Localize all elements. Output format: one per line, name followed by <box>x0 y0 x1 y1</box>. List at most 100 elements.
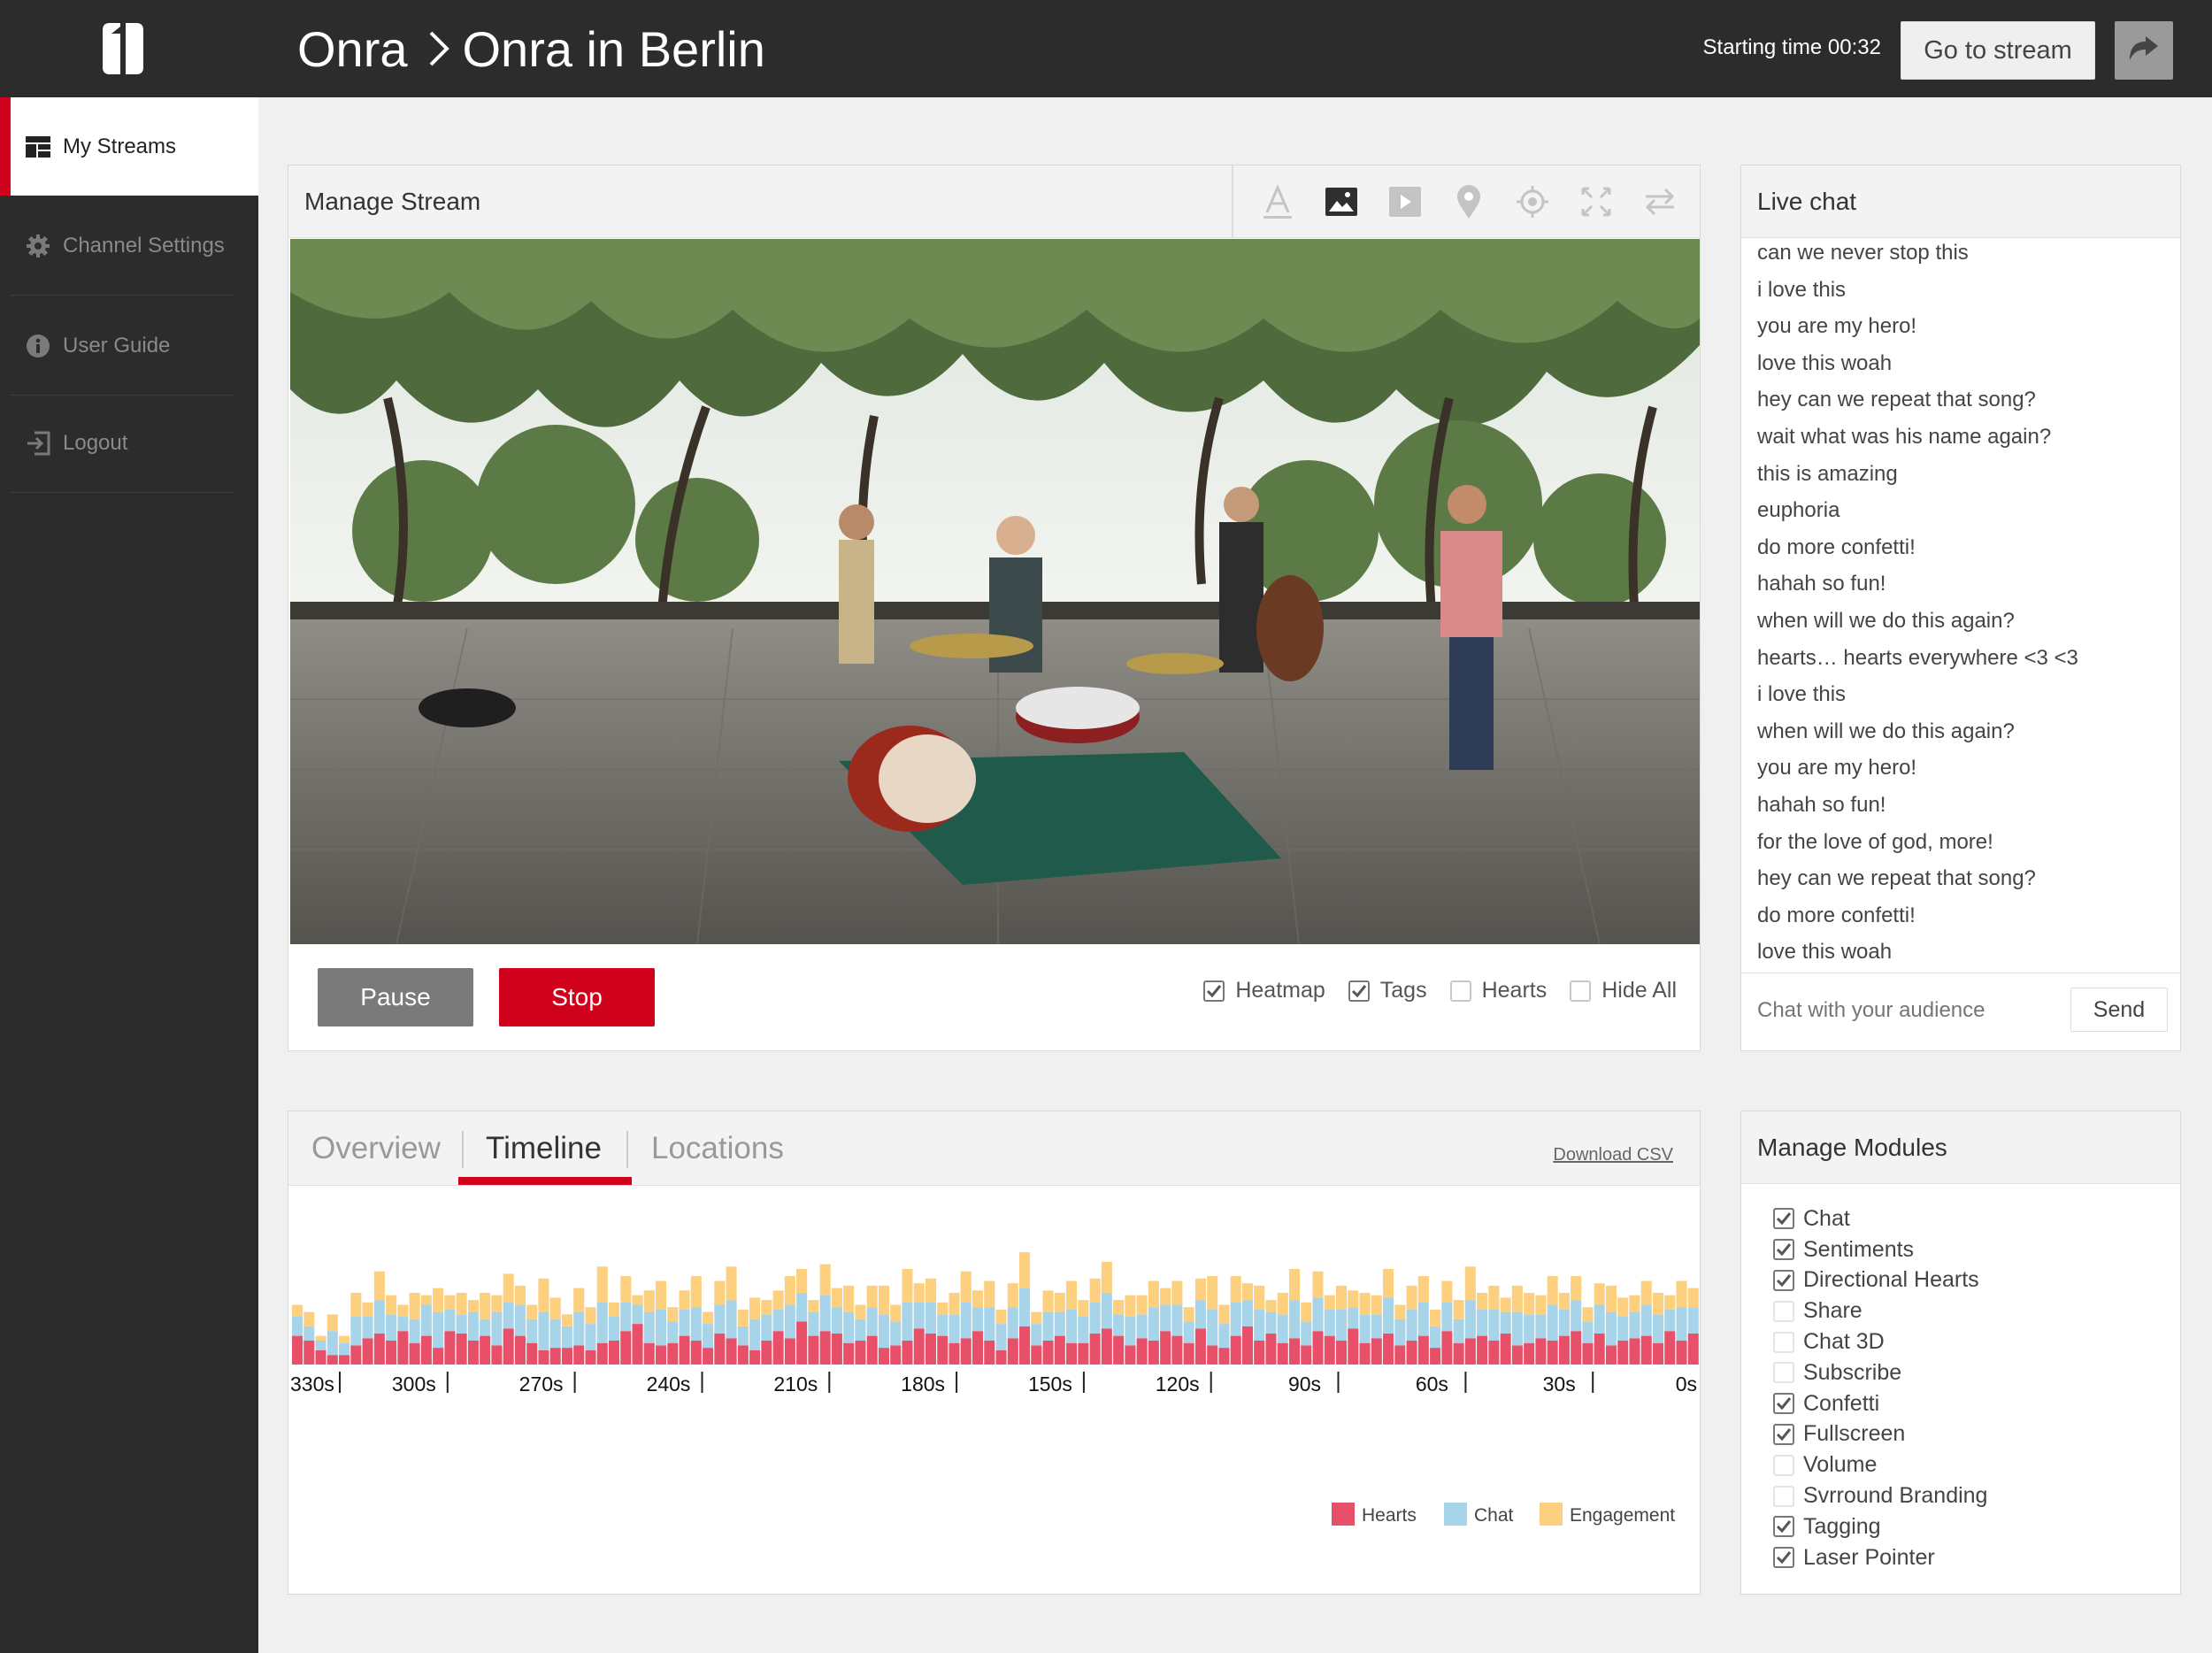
bar-segment-engagement[interactable] <box>737 1309 749 1326</box>
bar-segment-hearts[interactable] <box>1218 1348 1230 1365</box>
bar-segment-engagement[interactable] <box>339 1335 350 1343</box>
bar-segment-engagement[interactable] <box>784 1276 795 1305</box>
target-icon[interactable] <box>1501 175 1564 228</box>
bar-segment-chat[interactable] <box>808 1311 819 1336</box>
bar-segment-engagement[interactable] <box>1441 1280 1453 1303</box>
bar-segment-engagement[interactable] <box>1617 1297 1629 1317</box>
bar-segment-chat[interactable] <box>467 1311 479 1341</box>
bar-segment-chat[interactable] <box>433 1311 444 1349</box>
module-item[interactable]: Tagging <box>1773 1511 1987 1542</box>
bar-segment-engagement[interactable] <box>1535 1295 1547 1315</box>
module-item[interactable]: Fullscreen <box>1773 1419 1987 1450</box>
bar-segment-hearts[interactable] <box>843 1342 855 1365</box>
bar-segment-chat[interactable] <box>1054 1311 1065 1336</box>
bar-segment-chat[interactable] <box>1430 1326 1441 1349</box>
go-to-stream-button[interactable]: Go to stream <box>1901 21 2095 80</box>
bar-segment-hearts[interactable] <box>772 1331 784 1365</box>
bar-segment-hearts[interactable] <box>1511 1345 1523 1365</box>
bar-segment-hearts[interactable] <box>714 1333 726 1365</box>
bar-segment-chat[interactable] <box>350 1317 362 1346</box>
bar-segment-hearts[interactable] <box>1477 1335 1488 1365</box>
bar-segment-chat[interactable] <box>878 1314 889 1349</box>
bar-segment-chat[interactable] <box>1042 1311 1054 1341</box>
bar-segment-engagement[interactable] <box>656 1280 667 1310</box>
bar-segment-engagement[interactable] <box>1101 1261 1112 1293</box>
bar-segment-engagement[interactable] <box>549 1297 561 1319</box>
bar-segment-chat[interactable] <box>1066 1309 1078 1343</box>
bar-segment-engagement[interactable] <box>1594 1283 1605 1305</box>
module-item[interactable]: Confetti <box>1773 1388 1987 1419</box>
bar-segment-hearts[interactable] <box>784 1338 795 1365</box>
bar-segment-hearts[interactable] <box>1394 1345 1406 1365</box>
bar-segment-engagement[interactable] <box>491 1295 503 1312</box>
bar-segment-engagement[interactable] <box>843 1285 855 1312</box>
bar-segment-chat[interactable] <box>843 1311 855 1343</box>
bar-segment-engagement[interactable] <box>972 1290 984 1308</box>
checkbox-unchecked-icon[interactable] <box>1773 1362 1794 1384</box>
bar-segment-hearts[interactable] <box>1383 1333 1394 1365</box>
bar-segment-hearts[interactable] <box>1406 1341 1417 1365</box>
bar-segment-chat[interactable] <box>1488 1309 1500 1341</box>
bar-segment-hearts[interactable] <box>1230 1335 1241 1365</box>
bar-segment-hearts[interactable] <box>749 1349 761 1365</box>
bar-segment-chat[interactable] <box>1207 1309 1218 1346</box>
bar-segment-hearts[interactable] <box>326 1355 338 1365</box>
bar-segment-engagement[interactable] <box>326 1314 338 1332</box>
bar-segment-hearts[interactable] <box>1640 1335 1652 1365</box>
bar-segment-hearts[interactable] <box>1617 1341 1629 1365</box>
bar-segment-hearts[interactable] <box>1183 1342 1194 1365</box>
bar-segment-hearts[interactable] <box>878 1348 889 1365</box>
bar-segment-chat[interactable] <box>761 1314 772 1341</box>
bar-segment-engagement[interactable] <box>1230 1276 1241 1303</box>
bar-segment-chat[interactable] <box>1524 1314 1535 1343</box>
bar-segment-hearts[interactable] <box>1687 1333 1699 1365</box>
bar-segment-chat[interactable] <box>1265 1311 1277 1334</box>
bar-segment-engagement[interactable] <box>620 1276 632 1303</box>
send-button[interactable]: Send <box>2070 988 2168 1032</box>
bar-segment-chat[interactable] <box>1194 1300 1206 1329</box>
bar-segment-hearts[interactable] <box>596 1342 608 1365</box>
bar-segment-chat[interactable] <box>855 1319 866 1341</box>
bar-segment-engagement[interactable] <box>1277 1293 1288 1315</box>
bar-segment-engagement[interactable] <box>420 1295 432 1305</box>
bar-segment-hearts[interactable] <box>503 1328 514 1365</box>
bar-segment-engagement[interactable] <box>1089 1278 1101 1303</box>
bar-segment-engagement[interactable] <box>984 1280 995 1308</box>
bar-segment-chat[interactable] <box>925 1302 937 1334</box>
bar-segment-engagement[interactable] <box>866 1285 878 1308</box>
option-tags[interactable]: Tags <box>1348 978 1427 1003</box>
bar-segment-engagement[interactable] <box>772 1290 784 1310</box>
bar-segment-hearts[interactable] <box>1371 1338 1382 1365</box>
bar-segment-hearts[interactable] <box>433 1348 444 1365</box>
stream-video-preview[interactable] <box>290 239 1700 944</box>
bar-segment-engagement[interactable] <box>433 1288 444 1312</box>
bar-segment-hearts[interactable] <box>420 1335 432 1365</box>
module-item[interactable]: Svrround Branding <box>1773 1480 1987 1511</box>
bar-segment-engagement[interactable] <box>315 1335 326 1341</box>
bar-segment-engagement[interactable] <box>749 1297 761 1319</box>
checkbox-checked-icon[interactable] <box>1773 1547 1794 1569</box>
bar-segment-engagement[interactable] <box>373 1271 385 1301</box>
bar-segment-chat[interactable] <box>1582 1321 1594 1343</box>
bar-segment-hearts[interactable] <box>362 1338 373 1365</box>
bar-segment-engagement[interactable] <box>1019 1252 1031 1288</box>
bar-segment-engagement[interactable] <box>1066 1280 1078 1310</box>
bar-segment-chat[interactable] <box>303 1326 315 1341</box>
bar-segment-engagement[interactable] <box>1383 1269 1394 1298</box>
bar-segment-hearts[interactable] <box>350 1345 362 1365</box>
bar-segment-hearts[interactable] <box>1194 1328 1206 1365</box>
bar-segment-hearts[interactable] <box>339 1355 350 1365</box>
bar-segment-chat[interactable] <box>326 1331 338 1356</box>
bar-segment-hearts[interactable] <box>913 1328 925 1365</box>
bar-segment-engagement[interactable] <box>397 1304 409 1318</box>
bar-segment-chat[interactable] <box>984 1307 995 1341</box>
bar-segment-engagement[interactable] <box>1254 1285 1265 1310</box>
bar-segment-chat[interactable] <box>1241 1300 1253 1326</box>
bar-segment-chat[interactable] <box>690 1307 702 1341</box>
swap-icon[interactable] <box>1628 175 1692 228</box>
bar-segment-engagement[interactable] <box>1500 1297 1511 1312</box>
bar-segment-engagement[interactable] <box>456 1293 467 1315</box>
bar-segment-engagement[interactable] <box>1652 1293 1664 1315</box>
bar-segment-engagement[interactable] <box>467 1300 479 1312</box>
bar-segment-hearts[interactable] <box>1324 1335 1335 1365</box>
